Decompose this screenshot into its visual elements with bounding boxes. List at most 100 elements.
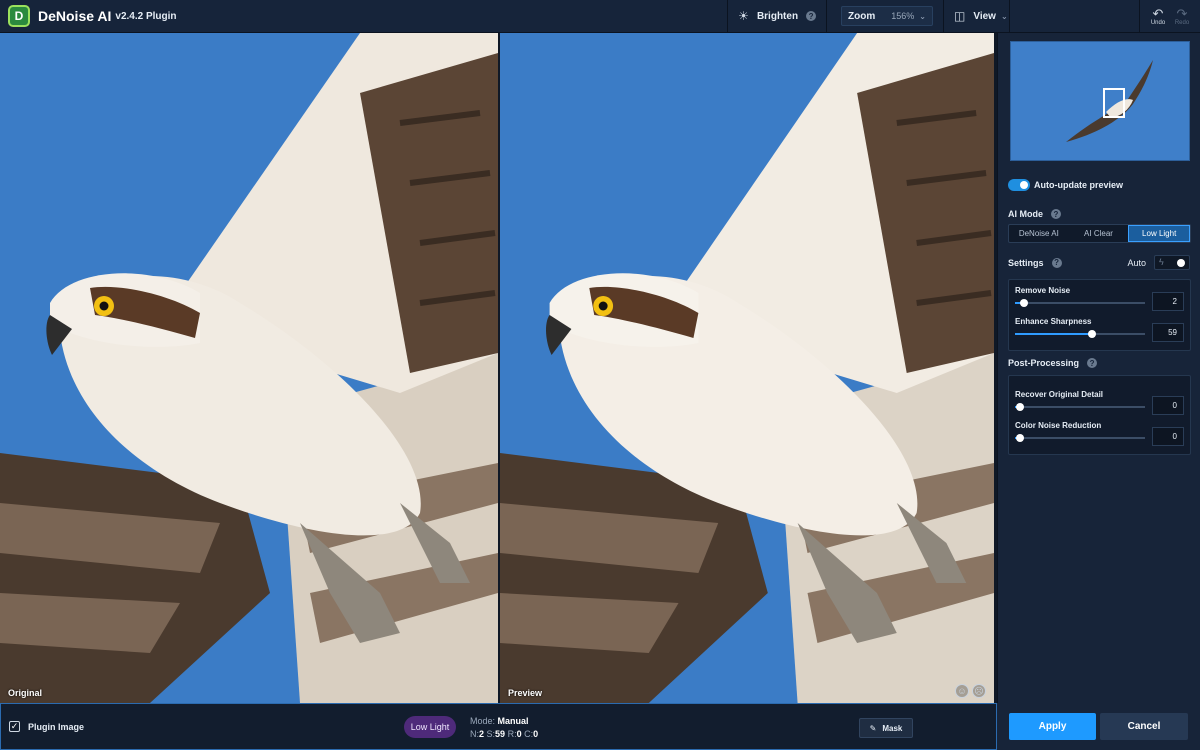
toolbar-gap: [1009, 0, 1139, 33]
auto-update-toggle[interactable]: [1008, 179, 1030, 191]
color-noise-slider[interactable]: [1015, 434, 1145, 442]
post-processing-label: Post-Processing: [1008, 358, 1080, 368]
redo-label: Redo: [1174, 19, 1190, 26]
apply-button[interactable]: Apply: [1009, 713, 1096, 740]
app-title: DeNoise AI: [38, 8, 112, 24]
ai-mode-label: AI Mode: [1008, 209, 1043, 219]
zoom-control: Zoom 156% ⌄: [826, 0, 943, 33]
bolt-icon: ϟ: [1159, 257, 1164, 267]
recover-detail-value[interactable]: 0: [1152, 396, 1184, 415]
mask-label: Mask: [882, 723, 903, 733]
chevron-down-icon: ⌄: [1000, 11, 1008, 21]
mode-info: Mode: Manual N:2 S:59 R:0 C:0: [470, 715, 538, 741]
mode-pill: Low Light: [404, 716, 456, 738]
settings-header: Settings ? Auto ϟ: [1008, 255, 1190, 270]
mode-stats: N:2 S:59 R:0 C:0: [470, 728, 538, 741]
view-dropdown[interactable]: ◫ View ⌄: [943, 0, 1009, 33]
preview-bird-image: [500, 33, 994, 703]
mode-value: Manual: [497, 716, 529, 726]
slider-handle[interactable]: [1087, 330, 1096, 338]
help-icon[interactable]: ?: [1087, 358, 1098, 368]
stat-value: 0: [516, 729, 522, 739]
mask-button[interactable]: ✎ Mask: [859, 718, 913, 738]
redo-button[interactable]: ↷ Redo: [1170, 7, 1194, 26]
settings-label: Settings: [1008, 257, 1044, 268]
auto-update-row: Auto-update preview: [1008, 179, 1190, 191]
smile-icon[interactable]: ☺: [955, 684, 969, 698]
thumbnail-bird-image: [1066, 60, 1153, 142]
stat-key: R:: [507, 729, 517, 739]
slider-handle[interactable]: [1016, 403, 1025, 411]
recover-detail-row: Recover Original Detail 0: [1015, 390, 1184, 415]
stat-key: S:: [486, 729, 496, 739]
viewport-indicator[interactable]: [1103, 88, 1125, 118]
chevron-down-icon: ⌄: [919, 11, 926, 21]
stat-value: 0: [533, 729, 539, 739]
stat-value: 59: [495, 729, 506, 739]
enhance-sharpness-slider[interactable]: [1015, 330, 1145, 338]
slider-handle[interactable]: [1020, 299, 1029, 307]
zoom-dropdown[interactable]: Zoom 156% ⌄: [841, 6, 933, 26]
stat-key: C:: [524, 729, 534, 739]
app-logo-icon: D: [8, 5, 30, 27]
color-noise-value[interactable]: 0: [1152, 427, 1184, 446]
settings-box: Remove Noise 2 Enhance Sharpness 59: [1008, 279, 1191, 351]
redo-icon: ↷: [1176, 5, 1188, 21]
cancel-button[interactable]: Cancel: [1100, 713, 1188, 740]
brighten-button[interactable]: ☀ Brighten ?: [727, 0, 826, 33]
remove-noise-slider[interactable]: [1015, 299, 1145, 307]
ai-mode-selector: DeNoise AI AI Clear Low Light: [1008, 224, 1191, 243]
enhance-sharpness-row: Enhance Sharpness 59: [1015, 317, 1184, 342]
auto-update-label: Auto-update preview: [1034, 180, 1124, 190]
action-buttons: Apply Cancel: [997, 703, 1200, 750]
view-label: View: [973, 10, 996, 22]
undo-label: Undo: [1150, 19, 1166, 26]
sun-icon: ☀: [738, 9, 749, 23]
zoom-value: 156%: [891, 11, 915, 21]
stat-key: N:: [470, 729, 479, 739]
slider-fill: [1015, 333, 1092, 335]
undo-icon: ↶: [1152, 5, 1164, 21]
original-image-pane[interactable]: Original: [0, 33, 498, 703]
plugin-image-checkbox[interactable]: ✓: [9, 721, 20, 732]
ai-mode-header: AI Mode ?: [1008, 209, 1190, 219]
brush-icon: ✎: [869, 723, 877, 733]
ai-mode-clear[interactable]: AI Clear: [1069, 225, 1129, 242]
settings-panel: Auto-update preview AI Mode ? DeNoise AI…: [997, 33, 1200, 703]
post-processing-box: Recover Original Detail 0 Color Noise Re…: [1008, 375, 1191, 455]
help-icon[interactable]: ?: [806, 11, 817, 21]
top-bar: D DeNoise AI v2.4.2 Plugin ☀ Brighten ? …: [0, 0, 1200, 33]
app-version: v2.4.2 Plugin: [115, 10, 177, 22]
auto-control: Auto ϟ: [1127, 255, 1190, 270]
bottom-bar: ✓ Plugin Image Low Light Mode: Manual N:…: [0, 703, 997, 750]
ai-mode-low-light[interactable]: Low Light: [1128, 225, 1191, 242]
mode-prefix: Mode:: [470, 716, 496, 726]
remove-noise-row: Remove Noise 2: [1015, 286, 1184, 311]
auto-label: Auto: [1127, 257, 1146, 268]
navigator-thumbnail[interactable]: [1010, 41, 1190, 161]
ai-mode-denoise[interactable]: DeNoise AI: [1009, 225, 1069, 242]
undo-button[interactable]: ↶ Undo: [1146, 7, 1170, 26]
app-window: D DeNoise AI v2.4.2 Plugin ☀ Brighten ? …: [0, 0, 1200, 750]
stat-value: 2: [479, 729, 485, 739]
toggle-knob: [1177, 259, 1185, 267]
frown-icon[interactable]: ☹: [972, 684, 986, 698]
undo-redo-group: ↶ Undo ↷ Redo: [1139, 0, 1200, 33]
preview-image-pane[interactable]: Preview ☺ ☹: [500, 33, 994, 703]
brighten-label: Brighten: [756, 10, 799, 22]
original-label: Original: [8, 688, 43, 698]
split-view-icon: ◫: [954, 9, 966, 23]
enhance-sharpness-value[interactable]: 59: [1152, 323, 1184, 342]
remove-noise-value[interactable]: 2: [1152, 292, 1184, 311]
slider-handle[interactable]: [1016, 434, 1025, 442]
post-processing-header: Post-Processing ?: [1008, 358, 1190, 368]
help-icon[interactable]: ?: [1051, 257, 1062, 268]
plugin-image-label: Plugin Image: [28, 721, 85, 732]
zoom-label: Zoom: [848, 10, 876, 22]
original-bird-image: [0, 33, 498, 703]
help-icon[interactable]: ?: [1051, 209, 1061, 219]
color-noise-row: Color Noise Reduction 0: [1015, 421, 1184, 446]
recover-detail-slider[interactable]: [1015, 403, 1145, 411]
preview-label: Preview: [508, 688, 543, 698]
auto-toggle[interactable]: ϟ: [1154, 255, 1190, 270]
